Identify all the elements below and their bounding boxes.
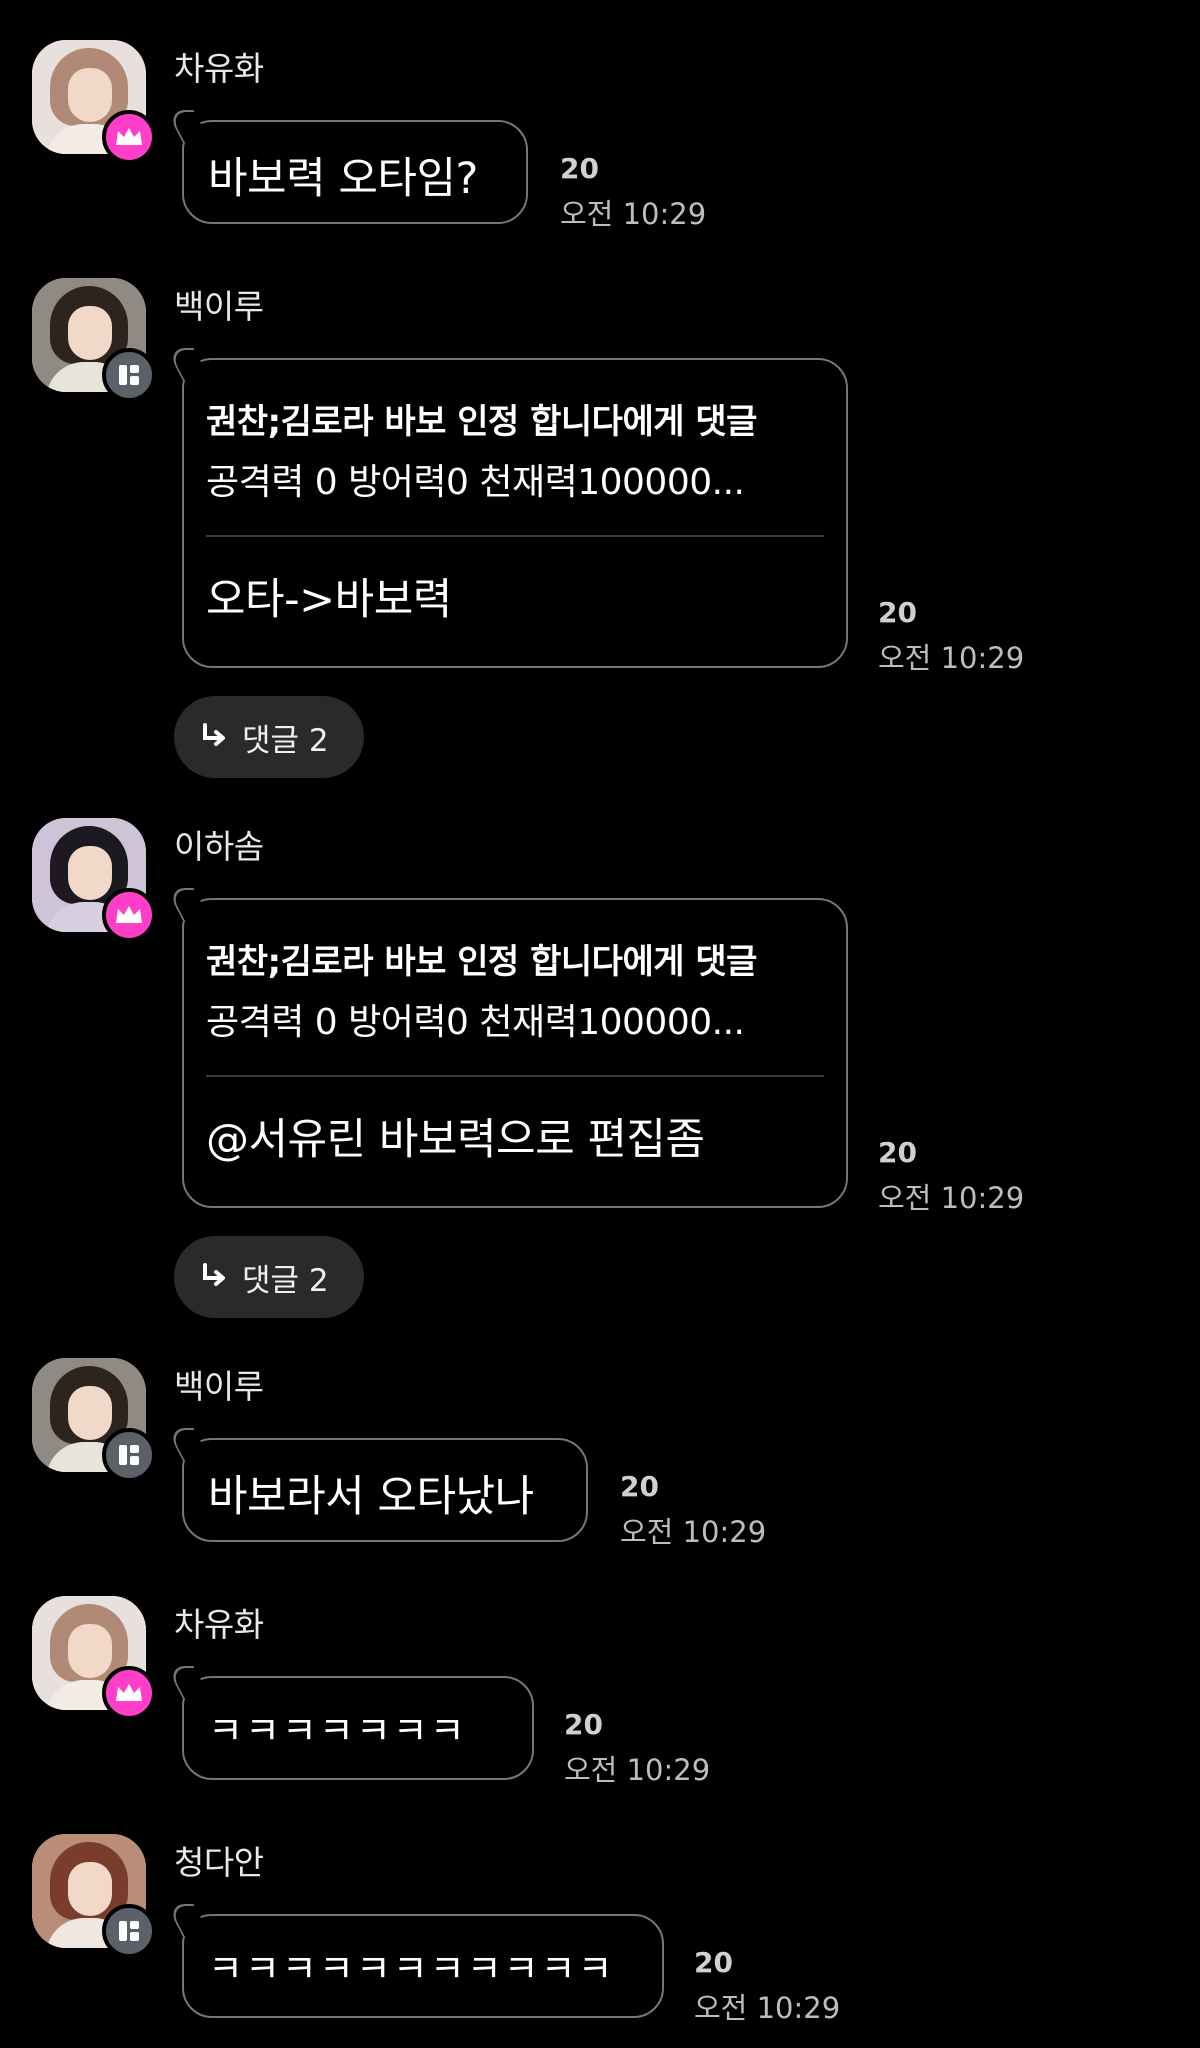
message-meta: 20 오전 10:29 (878, 596, 1024, 677)
message-meta: 20 오전 10:29 (560, 152, 706, 233)
chat-feed: 차유화 바보력 오타임? 20 오전 10:29 백이루 권찬;김로라 바보 인… (0, 0, 1200, 2048)
quoted-post-body: 공격력 0 방어력0 천재력100000... (206, 462, 745, 503)
quoted-post-body: 공격력 0 방어력0 천재력100000... (206, 1002, 745, 1043)
read-count: 20 (564, 1708, 603, 1741)
message-item: 이하솜 권찬;김로라 바보 인정 합니다에게 댓글 공격력 0 방어력0 천재력… (0, 818, 1200, 1318)
member-icon (102, 1904, 156, 1958)
sender-name: 청다안 (174, 1843, 264, 1882)
timestamp: 오전 10:29 (560, 197, 707, 231)
message-text: ㅋㅋㅋㅋㅋㅋㅋㅋㅋㅋㅋ (208, 1947, 615, 1991)
quote-divider (206, 535, 824, 537)
message-meta: 20 오전 10:29 (564, 1708, 710, 1789)
message-item: 차유화 바보력 오타임? 20 오전 10:29 (0, 40, 1200, 240)
read-count: 20 (878, 1136, 917, 1169)
sender-name: 차유화 (174, 1605, 264, 1644)
message-bubble[interactable]: ㅋㅋㅋㅋㅋㅋㅋㅋㅋㅋㅋ (182, 1914, 664, 2018)
read-count: 20 (878, 596, 917, 629)
message-item: 백이루 권찬;김로라 바보 인정 합니다에게 댓글 공격력 0 방어력0 천재력… (0, 278, 1200, 778)
message-bubble[interactable]: 권찬;김로라 바보 인정 합니다에게 댓글 공격력 0 방어력0 천재력1000… (182, 358, 848, 668)
reply-arrow-icon (198, 1262, 228, 1292)
message-item: 차유화 ㅋㅋㅋㅋㅋㅋㅋ 20 오전 10:29 (0, 1596, 1200, 1796)
replies-label: 댓글 2 (242, 722, 329, 759)
message-bubble[interactable]: 권찬;김로라 바보 인정 합니다에게 댓글 공격력 0 방어력0 천재력1000… (182, 898, 848, 1208)
crown-icon (102, 110, 156, 164)
message-text: @서유린 바보력으로 편집좀 (206, 1115, 705, 1165)
message-meta: 20 오전 10:29 (620, 1470, 766, 1551)
timestamp: 오전 10:29 (564, 1753, 711, 1787)
read-count: 20 (560, 152, 599, 185)
read-count: 20 (620, 1470, 659, 1503)
sender-name: 백이루 (174, 1367, 264, 1406)
member-icon (102, 1428, 156, 1482)
timestamp: 오전 10:29 (694, 1991, 841, 2025)
message-meta: 20 오전 10:29 (878, 1136, 1024, 1217)
quoted-post-title[interactable]: 권찬;김로라 바보 인정 합니다에게 댓글 (206, 394, 824, 443)
crown-icon (102, 888, 156, 942)
sender-name: 이하솜 (174, 827, 264, 866)
quoted-post-title[interactable]: 권찬;김로라 바보 인정 합니다에게 댓글 (206, 934, 824, 983)
quote-divider (206, 1075, 824, 1077)
timestamp: 오전 10:29 (620, 1515, 767, 1549)
message-bubble[interactable]: ㅋㅋㅋㅋㅋㅋㅋ (182, 1676, 534, 1780)
message-item: 청다안 ㅋㅋㅋㅋㅋㅋㅋㅋㅋㅋㅋ 20 오전 10:29 (0, 1834, 1200, 2034)
message-text: 바보라서 오타났나 (208, 1472, 534, 1522)
member-icon (102, 348, 156, 402)
replies-label: 댓글 2 (242, 1262, 329, 1299)
message-bubble[interactable]: 바보력 오타임? (182, 120, 528, 224)
reply-arrow-icon (198, 722, 228, 752)
message-text: 바보력 오타임? (208, 154, 478, 204)
timestamp: 오전 10:29 (878, 641, 1025, 675)
message-bubble[interactable]: 바보라서 오타났나 (182, 1438, 588, 1542)
sender-name: 차유화 (174, 49, 264, 88)
read-count: 20 (694, 1946, 733, 1979)
replies-button[interactable]: 댓글 2 (174, 696, 364, 778)
message-item: 백이루 바보라서 오타났나 20 오전 10:29 (0, 1358, 1200, 1558)
message-meta: 20 오전 10:29 (694, 1946, 840, 2027)
timestamp: 오전 10:29 (878, 1181, 1025, 1215)
crown-icon (102, 1666, 156, 1720)
sender-name: 백이루 (174, 287, 264, 326)
replies-button[interactable]: 댓글 2 (174, 1236, 364, 1318)
message-text: ㅋㅋㅋㅋㅋㅋㅋ (208, 1709, 467, 1753)
message-text: 오타->바보력 (206, 575, 452, 625)
